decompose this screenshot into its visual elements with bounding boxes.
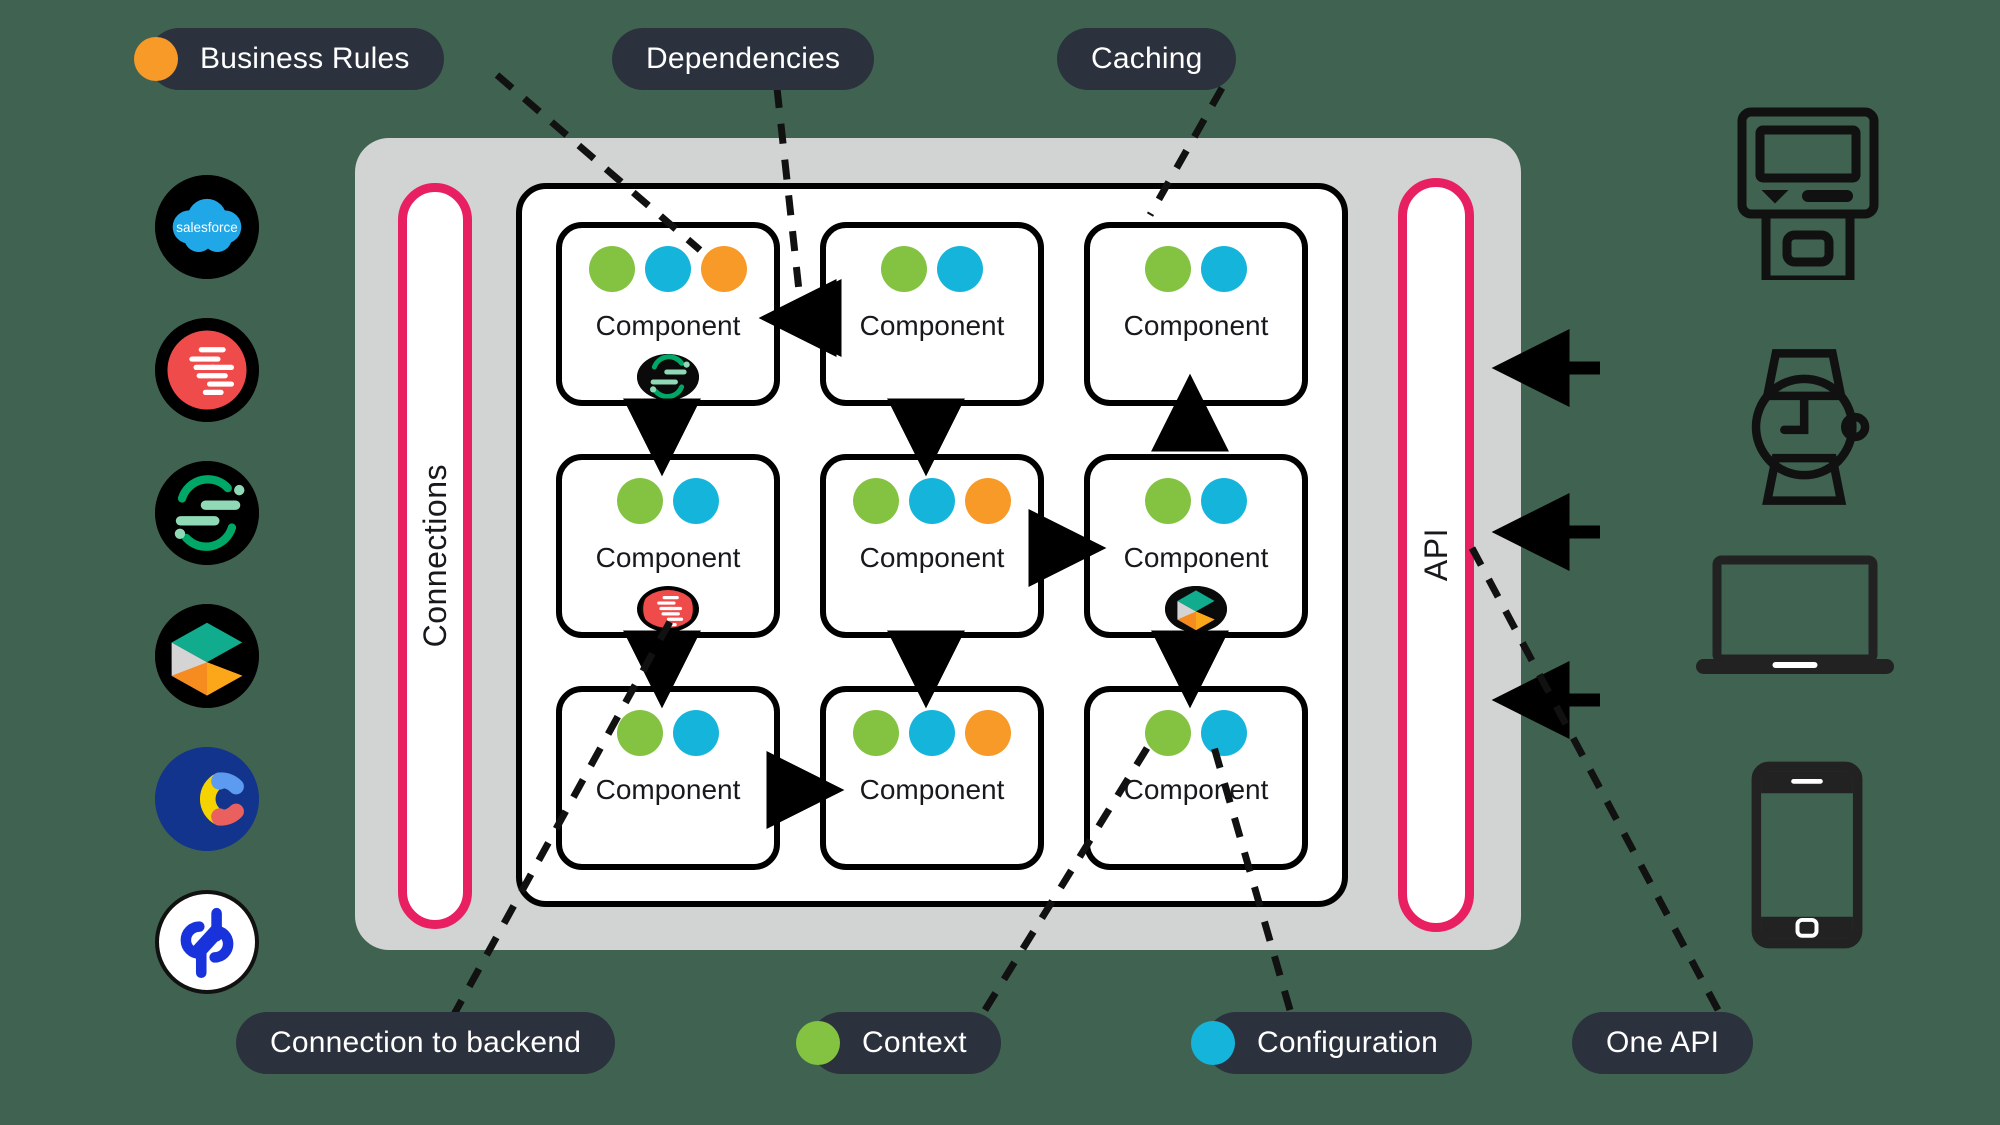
callout-business-rules[interactable]: Business Rules [134, 28, 444, 90]
callout-connection-to-backend-label: Connection to backend [270, 1026, 582, 1059]
api-lane-label: API [1417, 528, 1454, 582]
configuration-dot [673, 710, 719, 756]
configuration-dot [909, 478, 955, 524]
cube-logo-icon[interactable] [155, 604, 259, 708]
context-dot [1145, 710, 1191, 756]
sap-red-logo-icon [637, 586, 699, 632]
cube-logo-icon [1165, 586, 1227, 632]
context-dot [1145, 478, 1191, 524]
component-card[interactable]: Component [1084, 686, 1308, 870]
configuration-dot [909, 710, 955, 756]
connector-logo-list: salesforce [155, 175, 259, 1033]
capability-dots [1145, 478, 1247, 524]
context-dot [853, 478, 899, 524]
context-dot [881, 246, 927, 292]
component-grid: Component Component Component Component … [556, 222, 1308, 870]
component-label: Component [595, 542, 741, 573]
capability-dots [1145, 710, 1247, 756]
configuration-dot [673, 478, 719, 524]
svg-text:salesforce: salesforce [176, 220, 238, 235]
configuration-dot [645, 246, 691, 292]
callout-caching[interactable]: Caching [1057, 28, 1237, 90]
capability-dots [853, 710, 1011, 756]
configuration-dot [1201, 246, 1247, 292]
contentful-logo-icon[interactable] [155, 747, 259, 851]
component-label: Component [595, 310, 741, 341]
component-card[interactable]: Component [820, 222, 1044, 406]
component-label: Component [595, 774, 741, 805]
component-label: Component [1123, 542, 1269, 573]
callout-one-api-label: One API [1606, 1026, 1720, 1059]
sap-logo-icon[interactable] [155, 318, 259, 422]
capability-dots [589, 246, 747, 292]
smartphone-icon [1742, 760, 1872, 955]
component-card[interactable]: Component [556, 222, 780, 406]
callout-connection-to-backend[interactable]: Connection to backend [236, 1012, 616, 1074]
component-label: Component [1123, 774, 1269, 805]
component-card[interactable]: Component [820, 454, 1044, 638]
callout-business-rules-label: Business Rules [200, 42, 410, 75]
business-rules-dot [965, 710, 1011, 756]
callout-context-label: Context [862, 1026, 967, 1059]
laptop-icon [1690, 545, 1900, 700]
sitecore-logo-icon[interactable] [155, 461, 259, 565]
configuration-dot [937, 246, 983, 292]
capability-dots [1145, 246, 1247, 292]
sitecore-s-logo-icon [637, 354, 699, 400]
callout-one-api[interactable]: One API [1572, 1012, 1754, 1074]
component-label: Component [859, 542, 1005, 573]
callout-dependencies[interactable]: Dependencies [612, 28, 875, 90]
capability-dots [881, 246, 983, 292]
component-card[interactable]: Component [820, 686, 1044, 870]
business-rules-dot [965, 478, 1011, 524]
callout-dependencies-label: Dependencies [646, 42, 841, 75]
business-rules-dot-icon [134, 37, 178, 81]
context-dot [589, 246, 635, 292]
context-dot-icon [796, 1021, 840, 1065]
component-label: Component [859, 774, 1005, 805]
configuration-dot [1201, 710, 1247, 756]
configuration-dot [1201, 478, 1247, 524]
diagram-canvas: Connections API Component Component Comp… [0, 0, 2000, 1125]
capability-dots [617, 710, 719, 756]
component-card[interactable]: Component [1084, 222, 1308, 406]
salesforce-logo-icon[interactable]: salesforce [155, 175, 259, 279]
context-dot [617, 710, 663, 756]
component-card[interactable]: Component [556, 454, 780, 638]
component-label: Component [859, 310, 1005, 341]
context-dot [1145, 246, 1191, 292]
callout-context[interactable]: Context [796, 1012, 1001, 1074]
connections-lane[interactable]: Connections [398, 183, 472, 929]
context-dot [617, 478, 663, 524]
component-label: Component [1123, 310, 1269, 341]
api-lane[interactable]: API [1398, 178, 1474, 932]
callout-configuration[interactable]: Configuration [1191, 1012, 1473, 1074]
component-card[interactable]: Component [1084, 454, 1308, 638]
kiosk-icon [1718, 100, 1898, 285]
callout-caching-label: Caching [1091, 42, 1203, 75]
connections-lane-label: Connections [416, 464, 453, 648]
commerce-loops-logo-icon[interactable] [155, 890, 259, 994]
capability-dots [617, 478, 719, 524]
business-rules-dot [701, 246, 747, 292]
configuration-dot-icon [1191, 1021, 1235, 1065]
context-dot [853, 710, 899, 756]
capability-dots [853, 478, 1011, 524]
smartwatch-icon [1722, 342, 1892, 517]
component-card[interactable]: Component [556, 686, 780, 870]
callout-configuration-label: Configuration [1257, 1026, 1439, 1059]
